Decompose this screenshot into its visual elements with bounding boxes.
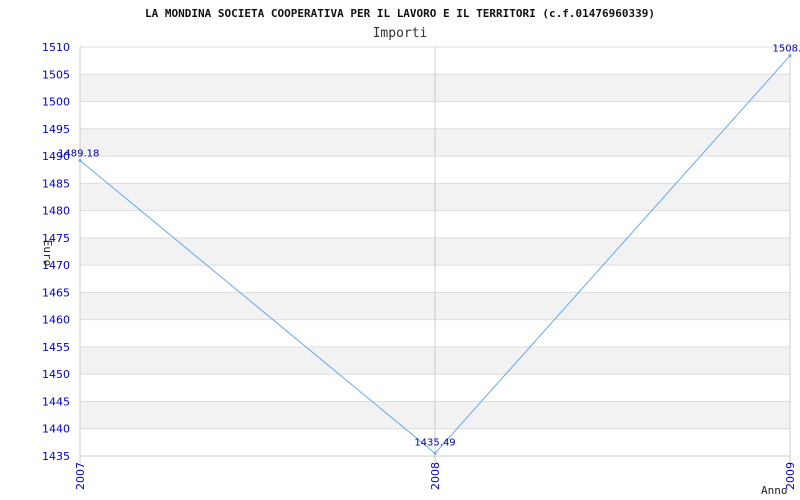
y-tick-label: 1480 <box>42 205 70 218</box>
y-axis-label: Euro <box>41 240 54 267</box>
y-tick-label: 1495 <box>42 123 70 136</box>
y-tick-label: 1500 <box>42 96 70 109</box>
y-tick-label: 1460 <box>42 314 70 327</box>
x-axis-label: Anno <box>761 484 788 497</box>
y-tick-label: 1510 <box>42 41 70 54</box>
x-tick-label: 2007 <box>74 462 87 490</box>
y-tick-label: 1435 <box>42 450 70 463</box>
y-tick-label: 1455 <box>42 341 70 354</box>
y-tick-label: 1445 <box>42 395 70 408</box>
x-tick-label: 2008 <box>429 462 442 490</box>
data-point <box>433 451 437 455</box>
line-chart: LA MONDINA SOCIETA COOPERATIVA PER IL LA… <box>41 7 800 497</box>
y-tick-label: 1485 <box>42 177 70 190</box>
x-axis-ticks: 2007 2008 2009 <box>74 462 797 490</box>
y-tick-label: 1440 <box>42 423 70 436</box>
chart-title: LA MONDINA SOCIETA COOPERATIVA PER IL LA… <box>145 7 655 20</box>
data-label: 1489.18 <box>58 149 99 160</box>
chart-subtitle: Importi <box>373 26 428 41</box>
y-tick-label: 1450 <box>42 368 70 381</box>
data-label: 1435.49 <box>414 437 455 448</box>
y-tick-label: 1465 <box>42 286 70 299</box>
data-label: 1508.4 <box>773 44 800 55</box>
y-tick-label: 1505 <box>42 68 70 81</box>
